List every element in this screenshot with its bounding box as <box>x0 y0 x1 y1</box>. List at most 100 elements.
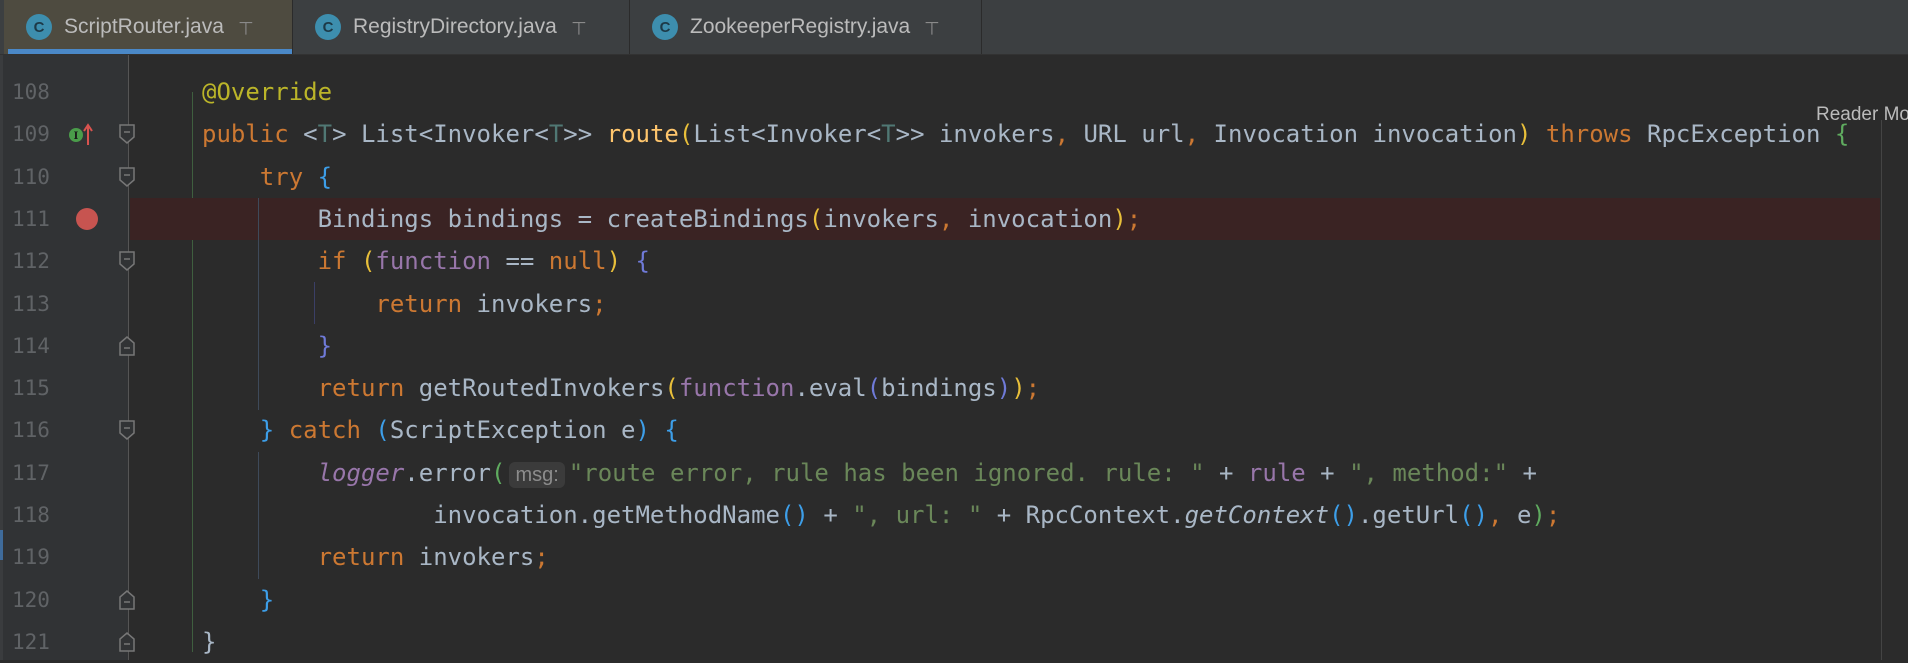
fold-end-icon[interactable] <box>119 335 135 356</box>
line-number[interactable]: 114 <box>12 325 72 367</box>
tab-zookeeperregistry[interactable]: C ZookeeperRegistry.java ⊥ <box>630 0 982 54</box>
fold-start-icon[interactable] <box>119 251 135 272</box>
line-number[interactable]: 117 <box>12 452 72 494</box>
code-token: null <box>548 247 607 276</box>
code-token: ) <box>996 374 1012 403</box>
breakpoint-icon[interactable] <box>76 207 98 230</box>
pin-icon[interactable]: ⊥ <box>571 17 587 38</box>
code-text[interactable]: } catch (ScriptException e) { <box>202 409 679 451</box>
code-line: 115 return getRoutedInvokers(function.ev… <box>0 367 1880 409</box>
code-token: < <box>303 120 318 149</box>
line-number[interactable]: 115 <box>12 367 72 409</box>
line-number[interactable]: 112 <box>12 240 72 282</box>
code-text[interactable]: return invokers; <box>202 283 606 325</box>
code-token: invokers <box>418 543 535 572</box>
code-token: ( <box>375 416 390 445</box>
code-token: ; <box>534 543 549 572</box>
code-token: ( <box>360 247 376 276</box>
code-token: , <box>1488 501 1517 529</box>
code-text[interactable]: public <T> List<Invoker<T>> route(List<I… <box>202 113 1849 155</box>
line-number[interactable]: 108 <box>12 71 72 113</box>
line-number[interactable]: 110 <box>12 156 72 198</box>
tab-label: ScriptRouter.java <box>64 15 224 38</box>
code-text[interactable]: } <box>202 621 216 663</box>
code-token: @Override <box>202 78 333 106</box>
parameter-hint: msg: <box>509 461 565 488</box>
code-line: 112 if (function == null) { <box>0 240 1880 282</box>
code-token: ", url: " <box>852 501 983 529</box>
line-number[interactable]: 118 <box>12 494 72 536</box>
code-text[interactable]: Bindings bindings = createBindings(invok… <box>202 198 1142 240</box>
code-token: ) <box>1531 501 1546 529</box>
line-number[interactable]: 111 <box>12 198 72 240</box>
code-token: .getUrl <box>1357 501 1460 529</box>
fold-start-icon[interactable] <box>119 166 135 187</box>
code-token: function <box>375 247 491 276</box>
code-line: 109 Ipublic <T> List<Invoker<T>> route(Li… <box>0 113 1880 155</box>
pin-icon[interactable]: ⊥ <box>238 17 254 38</box>
class-icon: C <box>652 14 678 40</box>
pin-icon[interactable]: ⊥ <box>924 17 940 38</box>
code-token: ; <box>1126 204 1142 233</box>
code-token: function <box>678 374 795 403</box>
code-token: } <box>259 416 275 445</box>
code-text[interactable]: logger.error(msg: "route error, rule has … <box>202 452 1537 496</box>
code-text[interactable]: return invokers; <box>202 536 549 578</box>
code-token: return <box>375 289 477 318</box>
fold-start-icon[interactable] <box>119 124 135 145</box>
line-number[interactable]: 113 <box>12 283 72 325</box>
fold-start-icon[interactable] <box>119 420 135 441</box>
code-text[interactable]: @Override <box>202 71 332 113</box>
code-token: > List<Invoker< <box>332 120 549 149</box>
line-number[interactable]: 121 <box>12 621 72 663</box>
code-token: ( <box>866 374 882 403</box>
fold-end-icon[interactable] <box>119 589 135 610</box>
code-token: throws <box>1531 120 1648 149</box>
line-number[interactable]: 120 <box>12 579 72 621</box>
code-token: "route error, rule has been ignored. rul… <box>568 458 1205 487</box>
code-text[interactable]: } <box>202 325 332 367</box>
indent-guide <box>258 452 259 579</box>
code-line: 111 Bindings bindings = createBindings(i… <box>0 198 1880 240</box>
line-number[interactable]: 109 <box>12 113 72 155</box>
editor-tab-bar: C ScriptRouter.java ⊥ C RegistryDirectory.ja… <box>0 0 1908 55</box>
fold-end-icon[interactable] <box>119 631 135 652</box>
code-token: invokers <box>823 204 939 233</box>
code-token: rule <box>1247 458 1306 487</box>
code-text[interactable]: if (function == null) { <box>202 240 650 282</box>
code-token: logger <box>317 458 405 487</box>
tab-scriptrouter[interactable]: C ScriptRouter.java ⊥ <box>4 0 293 54</box>
code-token: ) <box>1516 120 1532 149</box>
code-token: URL url <box>1083 120 1185 149</box>
reader-mode-button[interactable]: Reader Mo <box>1816 104 1908 126</box>
code-token: ( <box>678 120 694 149</box>
code-token: getRoutedInvokers <box>418 374 665 403</box>
code-token: { <box>635 247 650 276</box>
code-token: Invocation invocation <box>1213 120 1517 149</box>
code-token: } <box>202 627 217 656</box>
scrollbar-track[interactable] <box>1881 120 1882 660</box>
line-number[interactable]: 119 <box>12 536 72 578</box>
code-line: 113 return invokers; <box>0 283 1880 325</box>
tab-label: ZookeeperRegistry.java <box>690 15 911 38</box>
code-text[interactable]: invocation.getMethodName() + ", url: " +… <box>202 494 1560 536</box>
code-token: Bindings bindings = createBindings <box>202 204 809 233</box>
tab-registrydirectory[interactable]: C RegistryDirectory.java ⊥ <box>293 0 630 54</box>
class-icon: C <box>315 14 341 40</box>
code-text[interactable]: try { <box>202 156 332 198</box>
line-number[interactable]: 116 <box>12 409 72 451</box>
code-text[interactable]: return getRoutedInvokers(function.eval(b… <box>202 367 1041 409</box>
code-token: + <box>808 501 853 529</box>
code-text[interactable]: } <box>202 579 274 621</box>
code-line: 120 } <box>0 579 1880 621</box>
implements-icon[interactable]: I <box>68 123 98 151</box>
code-token: RpcException <box>1647 120 1835 149</box>
